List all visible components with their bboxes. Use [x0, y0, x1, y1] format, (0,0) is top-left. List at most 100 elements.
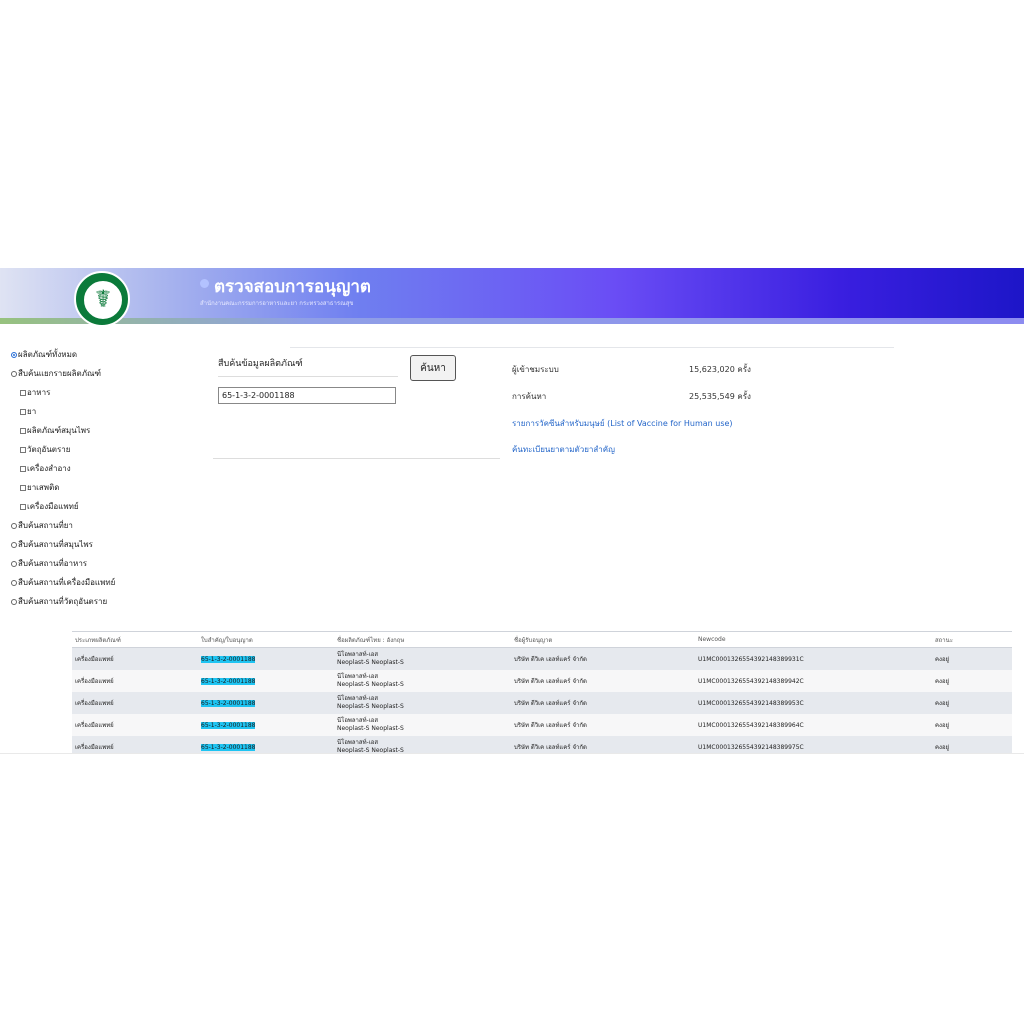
column-header[interactable]: ชื่อผลิตภัณฑ์ไทย : อังกฤษ — [334, 631, 511, 648]
product-type-cell: เครื่องมือแพทย์ — [72, 670, 198, 692]
sidebar-item[interactable]: เครื่องมือแพทย์ — [20, 500, 79, 513]
ministry-logo: ☤ — [74, 271, 130, 327]
license-number[interactable]: 65-1-3-2-0001188 — [201, 721, 256, 729]
radio-button[interactable] — [11, 522, 17, 529]
searches-label: การค้นหา — [512, 392, 547, 401]
column-header[interactable]: Newcode — [695, 631, 932, 648]
table-row[interactable]: เครื่องมือแพทย์ 65-1-3-2-0001188 นีโอพลาสท… — [72, 692, 1012, 714]
sidebar-item[interactable]: ยาเสพติด — [20, 481, 59, 494]
product-name-cell: นีโอพลาสท์-เอส Neoplast-S Neoplast-S — [334, 714, 511, 736]
visitors-label: ผู้เข้าชมระบบ — [512, 365, 559, 374]
checkbox[interactable] — [20, 465, 26, 472]
status-cell: คงอยู่ — [932, 714, 1012, 736]
sidebar-item[interactable]: สืบค้นแยกรายผลิตภัณฑ์ — [11, 367, 101, 380]
sidebar-item[interactable]: สืบค้นสถานที่วัตถุอันตราย — [11, 595, 107, 608]
divider — [218, 376, 398, 377]
header-accent-line — [0, 318, 1024, 324]
radio-button[interactable] — [11, 598, 17, 605]
column-header[interactable]: ชื่อผู้รับอนุญาต — [511, 631, 695, 648]
sidebar-item[interactable]: สืบค้นสถานที่สมุนไพร — [11, 538, 93, 551]
sidebar-item-label: เครื่องสำอาง — [27, 464, 71, 473]
sidebar-item-label: สืบค้นสถานที่ยา — [18, 521, 73, 530]
licensee-cell: บริษัท ดีวิเค เฮลท์แคร์ จำกัด — [511, 647, 695, 670]
searches-value: 25,535,549 ครั้ง — [689, 392, 751, 401]
product-name-en: Neoplast-S Neoplast-S — [337, 703, 404, 710]
licensee-cell: บริษัท ดีวิเค เฮลท์แคร์ จำกัด — [511, 714, 695, 736]
radio-button[interactable] — [11, 541, 17, 548]
column-header[interactable]: ประเภทผลิตภัณฑ์ — [72, 631, 198, 648]
licensee-cell: บริษัท ดีวิเค เฮลท์แคร์ จำกัด — [511, 692, 695, 714]
drug-register-link[interactable]: ค้นทะเบียนยาตามตัวยาสำคัญ — [512, 443, 615, 456]
sidebar-item[interactable]: สืบค้นสถานที่เครื่องมือแพทย์ — [11, 576, 115, 589]
license-cell: 65-1-3-2-0001188 — [198, 670, 334, 692]
product-type-cell: เครื่องมือแพทย์ — [72, 647, 198, 670]
license-cell: 65-1-3-2-0001188 — [198, 714, 334, 736]
license-number[interactable]: 65-1-3-2-0001188 — [201, 743, 256, 751]
sidebar-item-label: สืบค้นสถานที่สมุนไพร — [18, 540, 93, 549]
sidebar-item[interactable]: ผลิตภัณฑ์สมุนไพร — [20, 424, 90, 437]
sidebar-item[interactable]: ยา — [20, 405, 36, 418]
product-name-cell: นีโอพลาสท์-เอส Neoplast-S Neoplast-S — [334, 736, 511, 753]
license-cell: 65-1-3-2-0001188 — [198, 647, 334, 670]
product-type-cell: เครื่องมือแพทย์ — [72, 714, 198, 736]
newcode-cell: U1MC0001326554392148389975C — [695, 736, 932, 753]
column-header[interactable]: ใบสำคัญ/ใบอนุญาต — [198, 631, 334, 648]
search-label: สืบค้นข้อมูลผลิตภัณฑ์ — [218, 359, 303, 369]
vaccine-list-link[interactable]: รายการวัคซีนสำหรับมนุษย์ (List of Vaccin… — [512, 417, 733, 430]
checkbox[interactable] — [20, 446, 26, 453]
sidebar-item-label: ยาเสพติด — [27, 483, 60, 492]
license-number[interactable]: 65-1-3-2-0001188 — [201, 699, 256, 707]
search-button[interactable]: ค้นหา — [410, 355, 456, 381]
sidebar-item[interactable]: อาหาร — [20, 386, 50, 399]
status-cell: คงอยู่ — [932, 736, 1012, 753]
checkbox[interactable] — [20, 389, 26, 396]
product-type-cell: เครื่องมือแพทย์ — [72, 692, 198, 714]
table-row[interactable]: เครื่องมือแพทย์ 65-1-3-2-0001188 นีโอพลาสท… — [72, 670, 1012, 692]
sidebar-item-label: สืบค้นแยกรายผลิตภัณฑ์ — [18, 369, 102, 378]
title-bullet-icon — [200, 279, 209, 288]
sidebar-item[interactable]: วัตถุอันตราย — [20, 443, 70, 456]
divider — [213, 458, 500, 459]
checkbox[interactable] — [20, 484, 26, 491]
product-name-en: Neoplast-S Neoplast-S — [337, 659, 404, 666]
licensee-cell: บริษัท ดีวิเค เฮลท์แคร์ จำกัด — [511, 670, 695, 692]
product-name-en: Neoplast-S Neoplast-S — [337, 681, 404, 688]
sidebar-item[interactable]: เครื่องสำอาง — [20, 462, 71, 475]
radio-button[interactable] — [11, 579, 17, 586]
sidebar-item[interactable]: ผลิตภัณฑ์ทั้งหมด — [11, 348, 77, 361]
product-name-th: นีโอพลาสท์-เอส — [337, 717, 379, 724]
sidebar-item-label: ยา — [27, 407, 37, 416]
product-name-en: Neoplast-S Neoplast-S — [337, 725, 404, 732]
sidebar-item-label: เครื่องมือแพทย์ — [27, 502, 79, 511]
divider — [290, 347, 894, 348]
checkbox[interactable] — [20, 408, 26, 415]
radio-button[interactable] — [11, 351, 17, 358]
radio-button[interactable] — [11, 560, 17, 567]
product-type-cell: เครื่องมือแพทย์ — [72, 736, 198, 753]
sidebar-item[interactable]: สืบค้นสถานที่ยา — [11, 519, 73, 532]
table-row[interactable]: เครื่องมือแพทย์ 65-1-3-2-0001188 นีโอพลาสท… — [72, 647, 1012, 670]
sidebar-item-label: ผลิตภัณฑ์สมุนไพร — [27, 426, 91, 435]
sidebar-item[interactable]: สืบค้นสถานที่อาหาร — [11, 557, 87, 570]
licensee-cell: บริษัท ดีวิเค เฮลท์แคร์ จำกัด — [511, 736, 695, 753]
header-banner — [0, 268, 1024, 318]
newcode-cell: U1MC0001326554392148389964C — [695, 714, 932, 736]
sidebar-item-label: อาหาร — [27, 388, 51, 397]
checkbox[interactable] — [20, 427, 26, 434]
table-row[interactable]: เครื่องมือแพทย์ 65-1-3-2-0001188 นีโอพลาสท… — [72, 736, 1012, 753]
search-input[interactable] — [218, 387, 396, 404]
checkbox[interactable] — [20, 503, 26, 510]
results-table: ประเภทผลิตภัณฑ์ ใบสำคัญ/ใบอนุญาต ชื่อผลิ… — [72, 631, 1012, 753]
license-cell: 65-1-3-2-0001188 — [198, 736, 334, 753]
license-number[interactable]: 65-1-3-2-0001188 — [201, 677, 256, 685]
sidebar-item-label: สืบค้นสถานที่วัตถุอันตราย — [18, 597, 108, 606]
product-name-cell: นีโอพลาสท์-เอส Neoplast-S Neoplast-S — [334, 670, 511, 692]
product-name-th: นีโอพลาสท์-เอส — [337, 673, 379, 680]
page-title: ตรวจสอบการอนุญาต — [214, 277, 371, 297]
license-number[interactable]: 65-1-3-2-0001188 — [201, 655, 256, 663]
table-header-row: ประเภทผลิตภัณฑ์ ใบสำคัญ/ใบอนุญาต ชื่อผลิ… — [72, 631, 1012, 648]
sidebar-item-label: วัตถุอันตราย — [27, 445, 71, 454]
column-header[interactable]: สถานะ — [932, 631, 1012, 648]
table-row[interactable]: เครื่องมือแพทย์ 65-1-3-2-0001188 นีโอพลาสท… — [72, 714, 1012, 736]
radio-button[interactable] — [11, 370, 17, 377]
